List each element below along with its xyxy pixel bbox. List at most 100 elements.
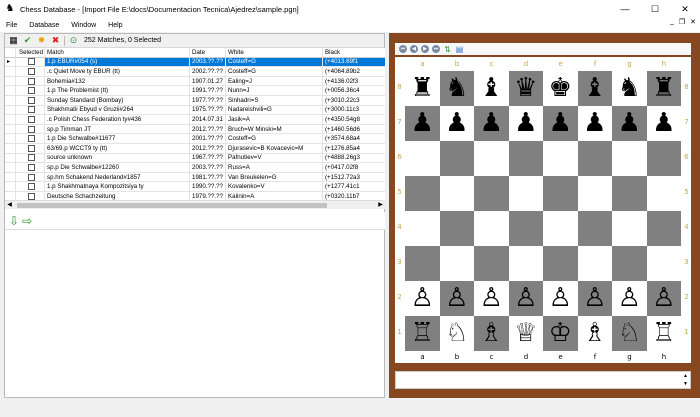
check-icon[interactable]: ✔: [22, 35, 33, 46]
square-d4[interactable]: [508, 211, 543, 246]
square-g6[interactable]: [612, 141, 647, 176]
row-checkbox[interactable]: [16, 105, 45, 116]
square-b3[interactable]: [439, 246, 474, 281]
chess-piece[interactable]: ♟: [445, 106, 468, 141]
header-selected[interactable]: Selected: [16, 48, 45, 58]
comment-box[interactable]: ▲ ▼: [395, 371, 691, 389]
square-c1[interactable]: ♗: [474, 316, 509, 351]
first-move-icon[interactable]: ⏮: [399, 45, 407, 53]
select-checkbox[interactable]: [27, 106, 35, 114]
chess-piece[interactable]: ♝: [583, 71, 606, 106]
prev-move-icon[interactable]: ◀: [410, 45, 418, 53]
square-e6[interactable]: [543, 141, 578, 176]
chess-piece[interactable]: ♙: [583, 281, 606, 316]
chess-piece[interactable]: ♔: [549, 316, 572, 351]
close-button[interactable]: ✕: [670, 0, 700, 18]
chess-piece[interactable]: ♝: [480, 71, 503, 106]
square-g8[interactable]: ♞: [612, 71, 647, 106]
chess-piece[interactable]: ♜: [652, 71, 675, 106]
row-checkbox[interactable]: [16, 124, 45, 135]
chess-piece[interactable]: ♖: [652, 316, 675, 351]
last-move-icon[interactable]: ⏭: [432, 45, 440, 53]
table-row[interactable]: sp.hm Schakend Nederland#1857 1981.??.?? V…: [5, 172, 385, 183]
select-checkbox[interactable]: [27, 163, 35, 171]
square-h2[interactable]: ♙: [646, 281, 681, 316]
scroll-down-icon[interactable]: ▼: [683, 381, 688, 387]
table-row[interactable]: sp.p Die Schwalbe#12260 2003.??.?? Russ=A(…: [5, 163, 385, 173]
select-checkbox[interactable]: [27, 67, 35, 75]
filter-icon[interactable]: ⊙: [68, 35, 79, 46]
select-checkbox[interactable]: [27, 87, 35, 95]
row-checkbox[interactable]: [16, 163, 45, 173]
row-checkbox[interactable]: [16, 86, 45, 96]
square-a2[interactable]: ♙: [405, 281, 440, 316]
square-a3[interactable]: [405, 246, 440, 281]
chess-piece[interactable]: ♟: [411, 106, 434, 141]
square-a5[interactable]: [405, 176, 440, 211]
row-checkbox[interactable]: [16, 153, 45, 164]
square-f7[interactable]: ♟: [577, 106, 612, 141]
select-checkbox[interactable]: [27, 183, 35, 191]
chess-piece[interactable]: ♙: [618, 281, 641, 316]
square-h4[interactable]: [646, 211, 681, 246]
square-f2[interactable]: ♙: [577, 281, 612, 316]
square-e5[interactable]: [543, 176, 578, 211]
select-checkbox[interactable]: [27, 154, 35, 162]
chess-piece[interactable]: ♟: [583, 106, 606, 141]
chess-piece[interactable]: ♗: [583, 316, 606, 351]
square-b2[interactable]: ♙: [439, 281, 474, 316]
row-checkbox[interactable]: [16, 67, 45, 77]
chess-piece[interactable]: ♟: [652, 106, 675, 141]
chess-piece[interactable]: ♗: [480, 316, 503, 351]
header-match[interactable]: Match: [45, 48, 190, 58]
square-e4[interactable]: [543, 211, 578, 246]
square-d5[interactable]: [508, 176, 543, 211]
chess-piece[interactable]: ♟: [549, 106, 572, 141]
square-h8[interactable]: ♜: [646, 71, 681, 106]
square-d1[interactable]: ♕: [508, 316, 543, 351]
mdi-minimize-button[interactable]: _: [670, 18, 674, 26]
mdi-restore-button[interactable]: ❐: [679, 18, 685, 26]
menu-window[interactable]: Window: [71, 22, 96, 29]
square-f5[interactable]: [577, 176, 612, 211]
table-row[interactable]: Bohemia#132 1907.01.27 Ealing=J (+4136.02f3: [5, 76, 385, 87]
chess-piece[interactable]: ♙: [514, 281, 537, 316]
arrow-right-icon[interactable]: ⇨: [22, 214, 32, 228]
square-a1[interactable]: ♖: [405, 316, 440, 351]
chess-piece[interactable]: ♜: [411, 71, 434, 106]
chess-piece[interactable]: ♖: [411, 316, 434, 351]
delete-icon[interactable]: ✖: [50, 35, 61, 46]
table-row[interactable]: 63/69.p WCCT9 ty (tt) 2012.??.?? Djurasevi…: [5, 144, 385, 154]
table-row[interactable]: .c Polish Chess Federation ty#436 2014.07…: [5, 115, 385, 125]
square-e8[interactable]: ♚: [543, 71, 578, 106]
scroll-right-icon[interactable]: ▶: [376, 201, 385, 210]
edit-icon[interactable]: ▤: [455, 45, 464, 54]
square-h7[interactable]: ♟: [646, 106, 681, 141]
square-b1[interactable]: ♘: [439, 316, 474, 351]
square-e1[interactable]: ♔: [543, 316, 578, 351]
square-e2[interactable]: ♙: [543, 281, 578, 316]
select-checkbox[interactable]: [27, 96, 35, 104]
square-g4[interactable]: [612, 211, 647, 246]
square-e3[interactable]: [543, 246, 578, 281]
menu-help[interactable]: Help: [108, 22, 122, 29]
chess-piece[interactable]: ♘: [618, 316, 641, 351]
horizontal-scrollbar[interactable]: ◀ ▶: [5, 200, 385, 209]
square-d2[interactable]: ♙: [508, 281, 543, 316]
square-a4[interactable]: [405, 211, 440, 246]
square-g7[interactable]: ♟: [612, 106, 647, 141]
select-checkbox[interactable]: [27, 144, 35, 152]
chess-piece[interactable]: ♙: [445, 281, 468, 316]
square-b8[interactable]: ♞: [439, 71, 474, 106]
square-d8[interactable]: ♛: [508, 71, 543, 106]
row-checkbox[interactable]: [16, 144, 45, 154]
select-checkbox[interactable]: [27, 173, 35, 181]
table-row[interactable]: 1.p Die Schwalbe#11677 2001.??.?? Costeff=…: [5, 134, 385, 144]
board-icon[interactable]: ▦: [8, 35, 19, 46]
square-f6[interactable]: [577, 141, 612, 176]
chess-piece[interactable]: ♟: [514, 106, 537, 141]
square-d6[interactable]: [508, 141, 543, 176]
square-f1[interactable]: ♗: [577, 316, 612, 351]
row-checkbox[interactable]: [16, 57, 45, 68]
square-b4[interactable]: [439, 211, 474, 246]
